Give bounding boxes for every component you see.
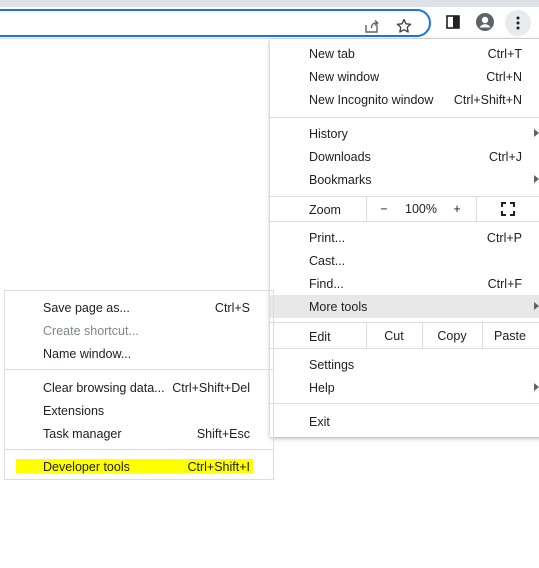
menu-separator (5, 449, 273, 450)
menu-item-label: Print... (309, 230, 346, 245)
menu-item-label: Find... (309, 276, 344, 291)
menu-item-label: Extensions (43, 403, 105, 418)
menu-item-label: Create shortcut... (43, 323, 139, 338)
shortcut-text: Ctrl+Shift+Del (172, 380, 250, 395)
zoom-label: Zoom (309, 203, 341, 217)
zoom-in-button[interactable]: + (442, 197, 472, 221)
menu-item-help[interactable]: Help (270, 376, 539, 399)
menu-item-clear-browsing-data[interactable]: Clear browsing data... Ctrl+Shift+Del (5, 376, 273, 399)
menu-item-label: New window (309, 69, 380, 84)
zoom-out-button[interactable]: − (366, 197, 402, 221)
menu-separator (5, 369, 273, 370)
menu-item-label: History (309, 126, 348, 141)
submenu-arrow-icon (534, 302, 539, 310)
menu-item-find[interactable]: Find... Ctrl+F (270, 272, 539, 295)
shortcut-text: Ctrl+N (486, 69, 522, 84)
side-panel-icon[interactable] (442, 11, 464, 33)
copy-button[interactable]: Copy (422, 323, 482, 348)
menu-item-more-tools[interactable]: More tools (270, 295, 539, 318)
menu-item-history[interactable]: History (270, 122, 539, 145)
menu-item-label: Bookmarks (309, 172, 372, 187)
menu-item-settings[interactable]: Settings (270, 353, 539, 376)
menu-item-task-manager[interactable]: Task manager Shift+Esc (5, 422, 273, 445)
menu-item-name-window[interactable]: Name window... (5, 342, 273, 365)
menu-item-label: New tab (309, 46, 355, 61)
menu-item-cast[interactable]: Cast... (270, 249, 539, 272)
menu-item-create-shortcut: Create shortcut... (5, 319, 273, 342)
menu-item-new-window[interactable]: New window Ctrl+N (270, 65, 539, 88)
menu-item-label: Developer tools (43, 459, 130, 474)
chrome-main-menu: New tab Ctrl+T New window Ctrl+N New Inc… (270, 39, 539, 437)
menu-item-label: Settings (309, 357, 355, 372)
menu-item-print[interactable]: Print... Ctrl+P (270, 226, 539, 249)
menu-item-label: Clear browsing data... (43, 380, 165, 395)
menu-item-downloads[interactable]: Downloads Ctrl+J (270, 145, 539, 168)
edit-label: Edit (309, 330, 331, 344)
shortcut-text: Ctrl+F (487, 276, 522, 291)
submenu-arrow-icon (534, 129, 539, 137)
shortcut-text: Ctrl+P (486, 230, 522, 245)
submenu-arrow-icon (534, 383, 539, 391)
edit-row: Edit Cut Copy Paste (270, 322, 539, 349)
menu-item-developer-tools[interactable]: Developer tools Ctrl+Shift+I (5, 455, 273, 478)
menu-item-save-page[interactable]: Save page as... Ctrl+S (5, 296, 273, 319)
menu-item-label: Downloads (309, 149, 371, 164)
divider (476, 197, 477, 221)
star-icon[interactable] (394, 16, 414, 36)
shortcut-text: Shift+Esc (196, 426, 250, 441)
menu-item-extensions[interactable]: Extensions (5, 399, 273, 422)
menu-item-new-incognito[interactable]: New Incognito window Ctrl+Shift+N (270, 88, 539, 111)
shortcut-text: Ctrl+Shift+N (453, 92, 522, 107)
cut-button[interactable]: Cut (366, 323, 422, 348)
kebab-menu-icon[interactable] (505, 10, 531, 36)
address-bar[interactable] (0, 9, 431, 37)
menu-item-label: Task manager (43, 426, 122, 441)
shortcut-text: Ctrl+S (214, 300, 250, 315)
menu-item-label: Exit (309, 414, 330, 429)
share-icon[interactable] (362, 16, 382, 36)
menu-item-label: Help (309, 380, 335, 395)
menu-item-label: Save page as... (43, 300, 130, 315)
shortcut-text: Ctrl+J (489, 149, 522, 164)
submenu-arrow-icon (534, 175, 539, 183)
paste-button[interactable]: Paste (482, 323, 538, 348)
menu-separator (270, 403, 539, 404)
zoom-row: Zoom − 100% + (270, 196, 539, 222)
menu-item-bookmarks[interactable]: Bookmarks (270, 168, 539, 191)
shortcut-text: Ctrl+T (487, 46, 522, 61)
menu-separator (270, 117, 539, 118)
profile-icon[interactable] (474, 11, 496, 33)
menu-item-label: More tools (309, 299, 368, 314)
zoom-level-value: 100% (405, 202, 437, 216)
menu-item-label: New Incognito window (309, 92, 434, 107)
menu-item-new-tab[interactable]: New tab Ctrl+T (270, 42, 539, 65)
menu-item-exit[interactable]: Exit (270, 410, 539, 433)
more-tools-submenu-panel: Save page as... Ctrl+S Create shortcut..… (4, 290, 274, 480)
shortcut-text: Ctrl+Shift+I (187, 459, 250, 474)
tab-strip (0, 0, 539, 7)
menu-item-label: Cast... (309, 253, 346, 268)
menu-item-label: Name window... (43, 346, 132, 361)
fullscreen-icon[interactable] (496, 197, 520, 221)
browser-toolbar (0, 7, 539, 39)
